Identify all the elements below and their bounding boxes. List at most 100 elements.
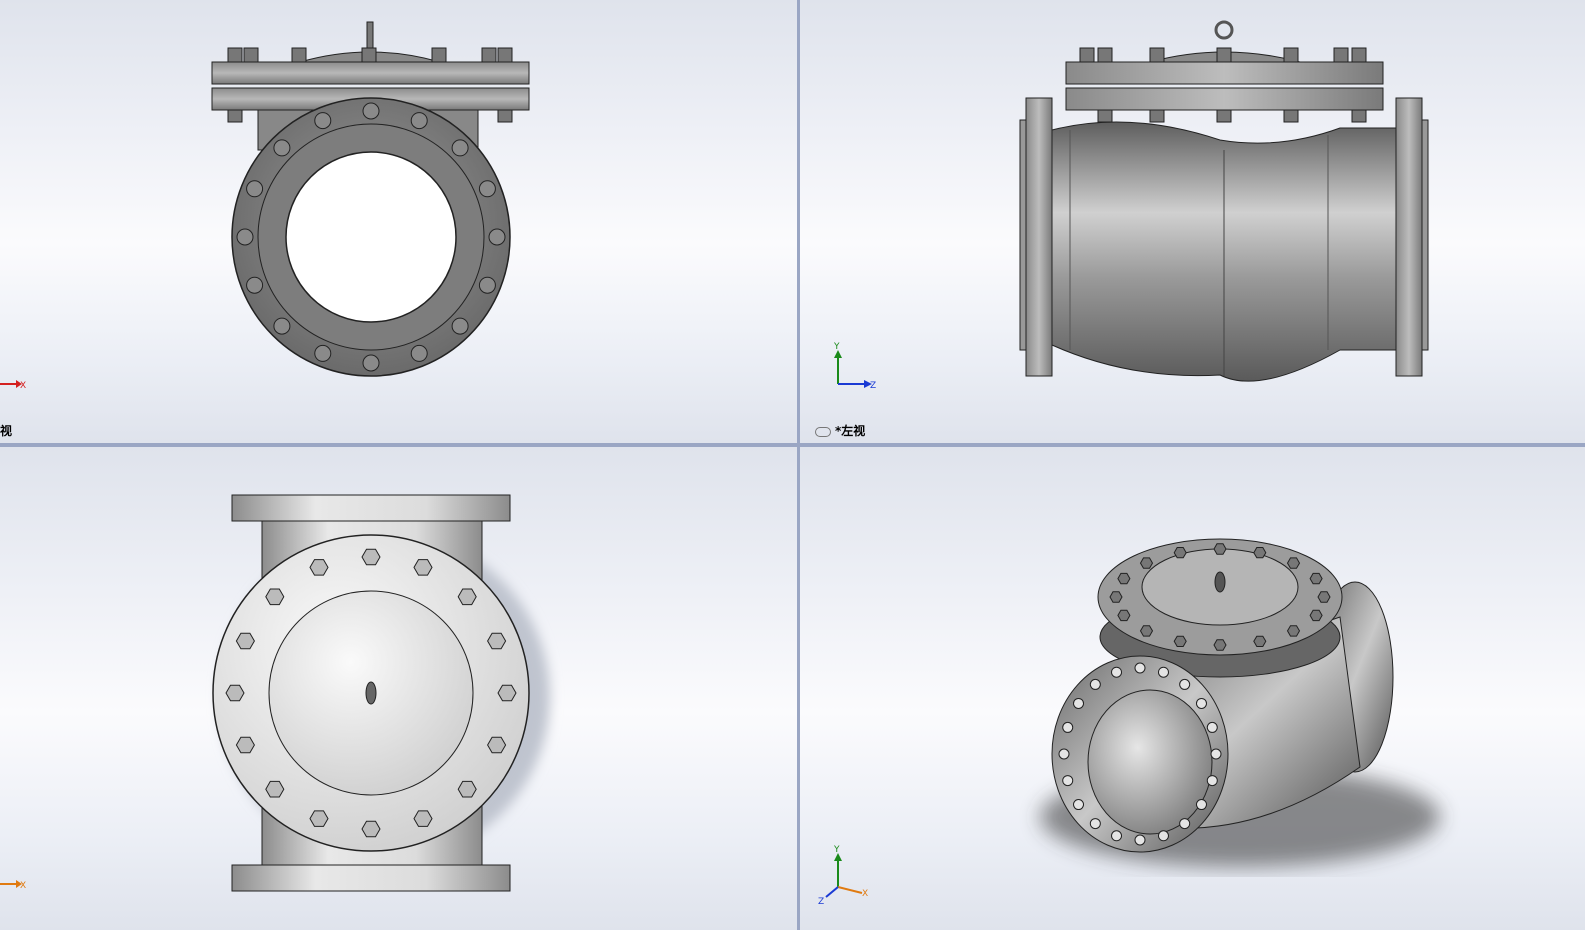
bolt — [478, 276, 496, 294]
bolt — [1117, 572, 1131, 585]
bolt — [246, 180, 264, 198]
bolt — [1309, 609, 1323, 622]
axis-x-label: X — [20, 381, 26, 391]
bolt — [1073, 799, 1085, 811]
bolt — [1309, 572, 1323, 585]
bolt — [314, 112, 332, 130]
bolt — [1195, 799, 1207, 811]
bolt — [457, 588, 477, 606]
horizontal-splitter[interactable] — [0, 443, 1585, 447]
bolt — [451, 317, 469, 335]
bolt — [1139, 625, 1154, 637]
bolt — [1062, 721, 1074, 733]
bolt — [1179, 818, 1191, 830]
bolt — [488, 228, 506, 246]
iso-view-model: Y X Z — [818, 538, 1440, 907]
lifting-eye — [365, 681, 377, 705]
bolt — [1109, 591, 1123, 603]
bolt — [1058, 748, 1070, 760]
bolt — [497, 684, 517, 702]
bolt — [1117, 609, 1131, 622]
cover-flange-top — [211, 61, 530, 85]
bolt — [487, 632, 507, 650]
cover-flange-bottom — [1065, 87, 1384, 111]
vertical-splitter[interactable] — [797, 0, 800, 930]
bolt — [1173, 547, 1187, 559]
bolt — [314, 344, 332, 362]
viewport-isometric[interactable]: Y X Z — [800, 447, 1585, 930]
axis-triad: X — [0, 380, 26, 391]
bolt — [265, 588, 285, 606]
outlet-flange — [1395, 97, 1423, 377]
four-view-layout: X 前视 — [0, 0, 1585, 930]
bolt — [1317, 591, 1331, 603]
bolt — [1286, 625, 1301, 637]
bolt — [362, 354, 380, 372]
bolt — [309, 810, 329, 827]
bolt — [1062, 775, 1074, 787]
bolt — [413, 559, 433, 576]
bolt — [235, 736, 255, 754]
bolt — [457, 780, 477, 798]
axis-z-label: Z — [818, 897, 824, 907]
bolt — [235, 632, 255, 650]
view-label-front: 前视 — [0, 424, 13, 438]
bolt — [487, 736, 507, 754]
bolt — [1134, 834, 1146, 846]
bolt — [1157, 830, 1169, 842]
cover-flange-top — [1065, 61, 1384, 85]
bolt — [1089, 678, 1101, 690]
bolt — [1286, 557, 1301, 569]
bolt — [1134, 662, 1146, 674]
bolt — [1210, 748, 1222, 760]
left-view-model: Y Z — [833, 20, 1429, 391]
axis-y-label: Y — [833, 342, 840, 352]
bolt — [273, 317, 291, 335]
axis-triad: Y X Z — [818, 845, 868, 907]
bore — [1087, 689, 1213, 835]
bolt — [309, 559, 329, 576]
bolt — [236, 228, 254, 246]
flange-top — [231, 494, 511, 522]
bolt — [1173, 635, 1187, 647]
bolt — [361, 548, 381, 566]
bolt — [478, 180, 496, 198]
bolt — [1157, 666, 1169, 678]
axis-z-label: Z — [870, 381, 876, 391]
bolt — [1206, 721, 1218, 733]
axis-x-label: X — [862, 889, 868, 899]
bolt — [265, 780, 285, 798]
axis-triad: X — [0, 880, 26, 891]
bore — [285, 151, 457, 323]
viewport-left[interactable]: Y Z *左视 — [800, 0, 1585, 443]
bolt — [413, 810, 433, 827]
top-view-model: X — [0, 494, 550, 892]
bolt — [1195, 697, 1207, 709]
inlet-flange — [1025, 97, 1053, 377]
front-view-model: X — [0, 21, 530, 391]
axis-x-label: X — [20, 881, 26, 891]
link-icon — [815, 426, 831, 437]
bolt — [225, 684, 245, 702]
bolt — [1213, 543, 1227, 555]
viewport-front[interactable]: X 前视 — [0, 0, 797, 443]
bolt — [361, 820, 381, 838]
viewport-top[interactable]: X — [0, 447, 797, 930]
bolt — [1089, 818, 1101, 830]
bolt — [410, 112, 428, 130]
bolt — [1206, 775, 1218, 787]
bolt — [1111, 666, 1123, 678]
lifting-eye — [1214, 20, 1234, 40]
axis-triad: Y Z — [833, 342, 876, 391]
bolt — [410, 344, 428, 362]
view-label-left: *左视 — [815, 422, 865, 439]
bolt — [1111, 830, 1123, 842]
axis-y-label: Y — [833, 845, 840, 855]
bolt — [1253, 635, 1267, 647]
bolt — [1213, 639, 1227, 651]
flange-bottom — [231, 864, 511, 892]
bolt — [451, 139, 469, 157]
bolt — [362, 102, 380, 120]
bolt — [246, 276, 264, 294]
bolt — [1179, 678, 1191, 690]
